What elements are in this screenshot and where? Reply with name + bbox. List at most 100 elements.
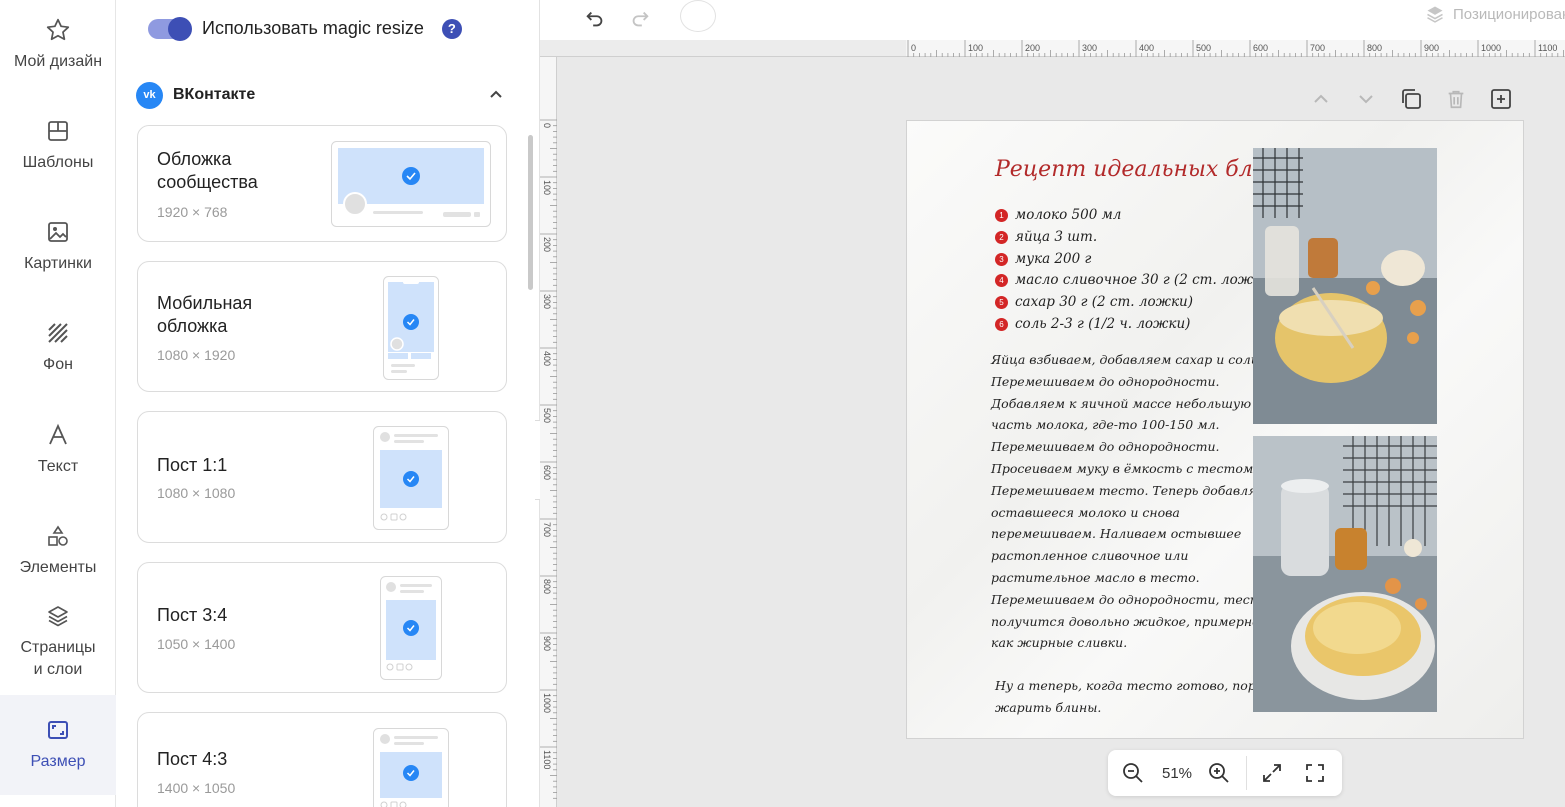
trash-icon xyxy=(1448,90,1464,109)
ingredient-number: 3 xyxy=(995,252,1008,266)
help-icon[interactable]: ? xyxy=(441,18,462,39)
ruler-label: 800 xyxy=(1367,43,1382,53)
text-icon xyxy=(45,422,71,448)
ruler-label: 400 xyxy=(1139,43,1154,53)
size-panel: Использовать magic resize ? vk ВКонтакте… xyxy=(116,0,540,807)
format-card-post-4-3[interactable]: Пост 4:3 1400 × 1050 xyxy=(137,712,507,807)
ingredient-text: масло сливочное 30 г (2 ст. ложки) xyxy=(1015,272,1276,288)
recipe-instructions[interactable]: Яйца взбиваем, добавляем сахар и соль. П… xyxy=(991,349,1274,654)
format-card-post-3-4[interactable]: Пост 3:4 1050 × 1400 xyxy=(137,562,507,693)
ruler-label: 600 xyxy=(1253,43,1268,53)
move-page-up-button[interactable] xyxy=(1308,86,1334,112)
ruler-label: 1100 xyxy=(1538,43,1557,53)
card-title: Пост 1:1 xyxy=(157,455,228,475)
ruler-label: 1100 xyxy=(542,750,552,769)
zoom-divider xyxy=(1246,756,1247,790)
rail-label: Мой дизайн xyxy=(13,53,103,70)
ruler-label: 800 xyxy=(542,579,552,594)
duplicate-page-button[interactable] xyxy=(1398,86,1424,112)
rail-label: Фон xyxy=(43,356,73,373)
ingredient-number: 2 xyxy=(995,230,1008,244)
ruler-label: 600 xyxy=(542,465,552,480)
ingredient-text: сахар 30 г (2 ст. ложки) xyxy=(1015,294,1193,310)
photo-baking-ingredients[interactable] xyxy=(1253,148,1437,424)
ruler-corner xyxy=(540,40,906,57)
rail-label: Шаблоны xyxy=(22,154,94,171)
chevron-up-icon xyxy=(1314,94,1328,103)
ruler-label: 900 xyxy=(542,636,552,651)
post-4-3-thumbnail xyxy=(373,728,449,807)
ingredient-item[interactable]: 1 молоко 500 мл xyxy=(995,207,1121,223)
template-icon xyxy=(45,118,71,144)
zoom-level[interactable]: 51% xyxy=(1162,765,1192,782)
ruler-label: 200 xyxy=(1025,43,1040,53)
vk-section-header[interactable]: vk ВКонтакте xyxy=(136,80,506,110)
cover-thumbnail xyxy=(331,141,491,232)
fullscreen-button[interactable] xyxy=(1302,760,1328,786)
rail-item-my-design[interactable]: Мой дизайн xyxy=(0,0,116,95)
recipe-outro[interactable]: Ну а теперь, когда тесто готово, пора жа… xyxy=(995,675,1263,719)
card-title: Мобильная обложка xyxy=(157,293,253,336)
redo-icon xyxy=(632,11,649,27)
rail-item-images[interactable]: Картинки xyxy=(0,197,116,297)
rail-label: Текст xyxy=(37,458,79,475)
redo-button[interactable] xyxy=(625,4,655,34)
card-dims: 1080 × 1920 xyxy=(157,347,236,363)
delete-page-button[interactable] xyxy=(1443,86,1469,112)
ingredient-number: 5 xyxy=(995,295,1008,309)
panel-scrollbar[interactable] xyxy=(528,135,533,290)
undo-icon xyxy=(586,11,603,27)
rail-item-elements[interactable]: Элементы xyxy=(0,501,116,601)
magic-resize-toggle[interactable] xyxy=(148,16,192,41)
photo-pancakes[interactable] xyxy=(1253,436,1437,712)
format-card-community-cover[interactable]: Обложка сообщества 1920 × 768 xyxy=(137,125,507,242)
card-dims: 1920 × 768 xyxy=(157,204,228,220)
zoom-in-button[interactable] xyxy=(1206,760,1232,786)
magic-resize-label: Использовать magic resize xyxy=(202,18,424,38)
ingredient-item[interactable]: 3 мука 200 г xyxy=(995,251,1091,267)
ruler-label: 1000 xyxy=(542,693,552,713)
rail-item-templates[interactable]: Шаблоны xyxy=(0,96,116,196)
ruler-label: 700 xyxy=(1310,43,1325,53)
move-page-down-button[interactable] xyxy=(1353,86,1379,112)
ruler-label: 200 xyxy=(542,237,552,252)
star-icon xyxy=(45,17,71,43)
ruler-top[interactable]: 0 100 200 300 400 500 600 700 800 900 1000 1100 xyxy=(906,40,1565,57)
rail-label: Картинки xyxy=(24,255,92,272)
image-icon xyxy=(45,219,71,245)
rail-item-text[interactable]: Текст xyxy=(0,400,116,500)
rail-label: Элементы xyxy=(19,559,97,576)
card-title: Пост 3:4 xyxy=(157,605,228,625)
ruler-top-ticks: 0 100 200 300 400 500 600 700 800 900 1000 1100 xyxy=(907,40,1564,57)
ingredient-number: 1 xyxy=(995,208,1008,222)
chevron-up-icon[interactable] xyxy=(488,87,504,108)
ingredient-item[interactable]: 5 сахар 30 г (2 ст. ложки) xyxy=(995,294,1193,310)
background-color-picker[interactable] xyxy=(680,0,716,32)
format-card-mobile-cover[interactable]: Мобильная обложка 1080 × 1920 xyxy=(137,261,507,392)
top-toolbar: Позиционирование xyxy=(540,0,1565,40)
magic-resize-row: Использовать magic resize ? xyxy=(148,16,462,41)
ruler-label: 100 xyxy=(542,180,552,195)
zoom-out-button[interactable] xyxy=(1120,760,1146,786)
positioning-label: Позиционирование xyxy=(1453,5,1565,23)
ingredient-item[interactable]: 2 яйца 3 шт. xyxy=(995,229,1097,245)
format-card-post-1-1[interactable]: Пост 1:1 1080 × 1080 xyxy=(137,411,507,543)
ingredient-text: молоко 500 мл xyxy=(1015,207,1122,223)
fit-to-screen-button[interactable] xyxy=(1259,760,1285,786)
add-page-button[interactable] xyxy=(1488,86,1514,112)
ingredient-number: 4 xyxy=(995,273,1008,287)
rail-item-background[interactable]: Фон xyxy=(0,298,116,398)
design-page[interactable]: Рецепт идеальных блинов 1 молоко 500 мл 2… xyxy=(906,120,1524,739)
ingredient-item[interactable]: 4 масло сливочное 30 г (2 ст. ложки) xyxy=(995,272,1275,288)
undo-button[interactable] xyxy=(580,4,610,34)
elements-icon xyxy=(45,523,71,549)
positioning-button[interactable]: Позиционирование xyxy=(1425,4,1565,24)
rail-item-size[interactable]: Размер xyxy=(0,695,116,795)
rail-item-pages-layers[interactable]: Страницы и слои xyxy=(0,592,116,692)
ruler-label: 500 xyxy=(542,408,552,423)
ruler-left[interactable]: 0 100 200 300 400 500 600 700 800 900 1000 1100 xyxy=(540,57,557,807)
ruler-label: 300 xyxy=(1082,43,1097,53)
card-title: Обложка сообщества xyxy=(157,149,258,192)
copy-icon xyxy=(1402,89,1421,109)
ingredient-item[interactable]: 6 соль 2-3 г (1/2 ч. ложки) xyxy=(995,316,1190,332)
